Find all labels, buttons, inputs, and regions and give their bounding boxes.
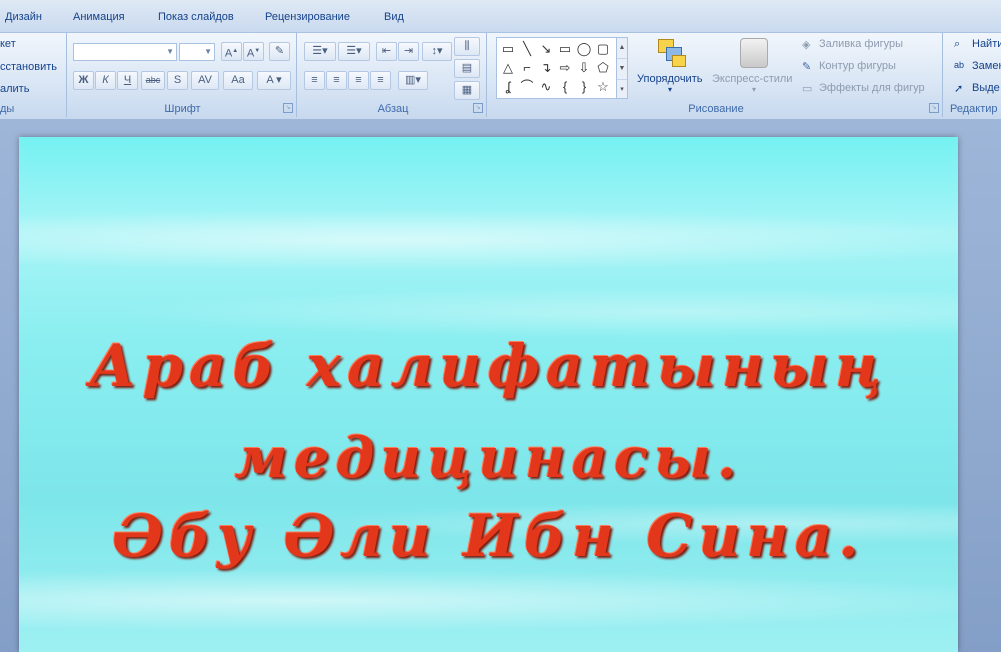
shapes-gallery-scrollbar[interactable]: ▲ ▼ ▾ [616,37,628,99]
align-text-icon[interactable]: ▤ [454,59,480,78]
font-dialog-launcher-icon[interactable]: ↘ [283,103,293,113]
italic-button[interactable]: К [95,71,116,90]
select-button[interactable]: Выде [972,82,1000,94]
tab-design[interactable]: Дизайн [5,11,42,23]
shapes-gallery[interactable]: ▭ ╲ ↘ ▭ ◯ ▢ △ ⌐ ↴ ⇨ ⇩ ⬠ ʆ ⌒ ∿ { } ☆ [496,37,618,99]
underline-button[interactable]: Ч [117,71,138,90]
down-arrow-shape-icon[interactable]: ⇩ [575,59,593,77]
shadow-button[interactable]: S [167,71,188,90]
chevron-down-icon: ▼ [166,47,174,56]
smartart-icon[interactable]: ▦ [454,81,480,100]
editing-group-label: Редактир [950,103,998,115]
quick-styles-button[interactable]: Экспресс-стили [712,73,792,85]
replace-button[interactable]: Замен [972,60,1001,72]
font-color-button[interactable]: A ▾ [257,71,291,90]
shape-effects-button[interactable]: Эффекты для фигур [819,82,925,94]
rectangle-shape-icon[interactable]: ▭ [556,40,574,58]
tab-view[interactable]: Вид [384,11,404,23]
change-case-button[interactable]: Aa [223,71,253,90]
oval-shape-icon[interactable]: ◯ [575,40,593,58]
char-spacing-button[interactable]: AV [191,71,219,90]
bullets-button[interactable]: ☰▾ [304,42,336,61]
find-button[interactable]: Найти [972,38,1001,50]
curve-shape-icon[interactable]: ∿ [537,78,555,96]
tab-animation[interactable]: Анимация [73,11,125,23]
pen-icon: ✎ [802,61,812,73]
bold-button[interactable]: Ж [73,71,94,90]
align-right-button[interactable]: ≡ [348,71,369,90]
slide-title-line-2[interactable]: медицинасы. [19,425,958,491]
arc-shape-icon[interactable]: ⌒ [518,78,536,96]
ribbon: кет сстановить алить ды ▼ ▼ A▲ A▼ ✎ Ж К … [0,32,1001,120]
tab-review[interactable]: Рецензирование [265,11,350,23]
ribbon-tabs: Дизайн Анимация Показ слайдов Рецензиров… [0,0,1001,33]
font-group-label: Шрифт [164,103,201,115]
drawing-group-label: Рисование [688,103,744,115]
increase-indent-button[interactable]: ⇥ [398,42,419,61]
align-left-button[interactable]: ≡ [304,71,325,90]
arrow-shape-icon[interactable]: ↘ [537,40,555,58]
text-direction-icon[interactable]: ⫼ [454,37,480,56]
drawing-dialog-launcher-icon[interactable]: ↘ [929,103,939,113]
layout-button[interactable]: кет [0,38,16,50]
effects-icon: ▭ [802,83,813,95]
star-shape-icon[interactable]: ☆ [594,78,612,96]
right-brace-shape-icon[interactable]: } [575,78,593,96]
shrink-font-button[interactable]: A▼ [243,42,264,61]
grow-font-button[interactable]: A▲ [221,42,242,61]
slide-title-line-1[interactable]: Араб халифатының [19,332,958,400]
fill-bucket-icon: ◈ [802,39,811,51]
replace-icon: ab [954,60,965,70]
justify-button[interactable]: ≡ [370,71,391,90]
numbering-button[interactable]: ☰▾ [338,42,370,61]
font-name-combo[interactable]: ▼ [73,43,177,61]
font-group: ▼ ▼ A▲ A▼ ✎ Ж К Ч abc S AV Aa A ▾ Шрифт … [69,33,297,117]
editing-group: ⌕ Найти ab Замен ➚ Выде Редактир [946,33,1001,117]
shape-outline-button[interactable]: Контур фигуры [819,60,896,72]
decrease-indent-button[interactable]: ⇤ [376,42,397,61]
textbox-shape-icon[interactable]: ▭ [499,40,517,58]
gallery-more-icon[interactable]: ▾ [617,80,627,100]
scroll-up-icon[interactable]: ▲ [617,38,627,59]
line-spacing-button[interactable]: ↕▾ [422,42,452,61]
shape-fill-button[interactable]: Заливка фигуры [819,38,903,50]
slides-group: кет сстановить алить ды [0,33,67,117]
drawing-group: ▭ ╲ ↘ ▭ ◯ ▢ △ ⌐ ↴ ⇨ ⇩ ⬠ ʆ ⌒ ∿ { } ☆ ▲ ▼ … [490,33,943,117]
line-shape-icon[interactable]: ╲ [518,40,536,58]
reset-button[interactable]: сстановить [0,61,57,73]
chevron-down-icon: ▼ [204,47,212,56]
align-center-button[interactable]: ≡ [326,71,347,90]
chevron-down-icon: ▾ [752,85,757,94]
chevron-down-icon: ▾ [668,85,673,94]
elbow-arrow-icon[interactable]: ↴ [537,59,555,77]
right-arrow-shape-icon[interactable]: ⇨ [556,59,574,77]
triangle-shape-icon[interactable]: △ [499,59,517,77]
tab-slideshow[interactable]: Показ слайдов [158,11,234,23]
scroll-down-icon[interactable]: ▼ [617,59,627,80]
paragraph-group: ☰▾ ☰▾ ⇤ ⇥ ↕▾ ⫼ ▤ ▦ ≡ ≡ ≡ ≡ ▥▾ Абзац ↘ [300,33,487,117]
rounded-rect-shape-icon[interactable]: ▢ [594,40,612,58]
slides-group-label: ды [0,103,15,115]
arrange-button[interactable]: Упорядочить [637,73,702,85]
paragraph-dialog-launcher-icon[interactable]: ↘ [473,103,483,113]
elbow-connector-icon[interactable]: ⌐ [518,59,536,77]
arrange-icon[interactable] [656,37,688,69]
strikethrough-button[interactable]: abc [141,71,165,90]
slide-title-line-3[interactable]: Әбу Әли Ибн Сина. [19,502,958,570]
paragraph-group-label: Абзац [377,103,409,115]
pentagon-shape-icon[interactable]: ⬠ [594,59,612,77]
font-size-combo[interactable]: ▼ [179,43,215,61]
binoculars-icon: ⌕ [954,38,961,50]
slide-canvas[interactable]: Араб халифатының медицинасы. Әбу Әли Ибн… [19,137,958,652]
quick-styles-icon[interactable] [740,38,768,68]
cursor-select-icon: ➚ [954,83,964,95]
clear-format-icon[interactable]: ✎ [269,42,290,61]
columns-button[interactable]: ▥▾ [398,71,428,90]
left-brace-shape-icon[interactable]: { [556,78,574,96]
delete-button[interactable]: алить [0,83,29,95]
curved-connector-icon[interactable]: ʆ [499,78,517,96]
